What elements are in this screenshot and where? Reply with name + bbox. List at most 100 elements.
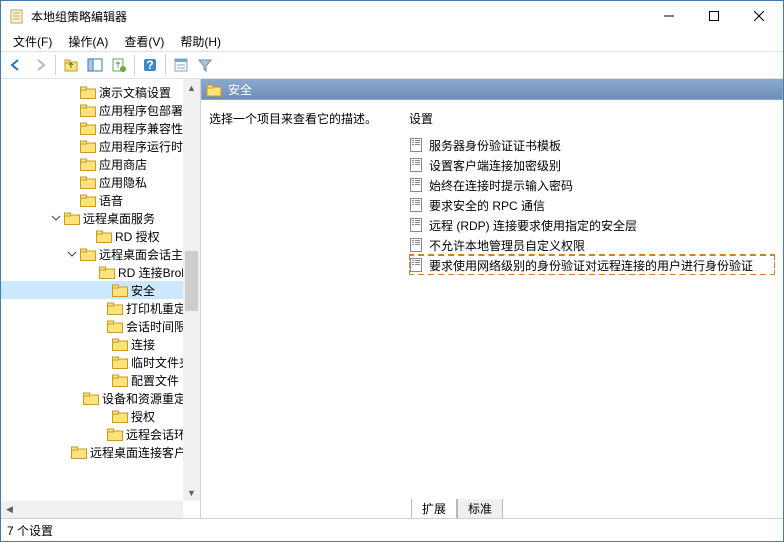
folder-icon [80,139,96,153]
policy-icon [409,157,425,173]
close-button[interactable] [736,2,781,31]
setting-item[interactable]: 不允许本地管理员自定义权限 [409,235,775,255]
tree-item[interactable]: 授权 [1,407,200,425]
tab-standard[interactable]: 标准 [457,499,503,518]
menu-help[interactable]: 帮助(H) [172,31,229,52]
scroll-up-button[interactable]: ▲ [183,79,200,96]
export-button[interactable] [108,54,130,76]
filter-button[interactable] [194,54,216,76]
back-button[interactable] [5,54,27,76]
setting-item[interactable]: 要求安全的 RPC 通信 [409,195,775,215]
collapse-icon[interactable] [65,247,79,261]
description-text: 选择一个项目来查看它的描述。 [209,110,399,127]
maximize-button[interactable] [691,2,736,31]
menubar: 文件(F) 操作(A) 查看(V) 帮助(H) [1,31,783,51]
tree-item[interactable]: 演示文稿设置 [1,83,200,101]
folder-icon [83,391,99,405]
folder-icon [112,355,128,369]
tree-item-label: 应用商店 [99,156,147,173]
tree-item[interactable]: 语音 [1,191,200,209]
tab-extended[interactable]: 扩展 [411,499,457,518]
folder-icon [112,337,128,351]
tree-item-label: 安全 [131,282,155,299]
tree-item-label: 应用程序兼容性 [99,120,183,137]
tree-item[interactable]: 应用隐私 [1,173,200,191]
collapse-icon[interactable] [49,211,63,225]
help-button[interactable]: ? [139,54,161,76]
tree-item[interactable]: 会话时间限制 [1,317,200,335]
statusbar: 7 个设置 [1,519,783,541]
setting-item[interactable]: 要求使用网络级别的身份验证对远程连接的用户进行身份验证 [409,255,775,275]
folder-icon [107,301,123,315]
tree-item[interactable]: 应用程序运行时 [1,137,200,155]
tree-item[interactable]: 远程桌面服务 [1,209,200,227]
show-hide-tree-button[interactable] [84,54,106,76]
folder-icon [80,85,96,99]
scroll-down-button[interactable]: ▼ [183,484,200,501]
setting-item[interactable]: 设置客户端连接加密级别 [409,155,775,175]
policy-icon [409,177,425,193]
tree-toggle-none [97,409,111,423]
minimize-button[interactable] [646,2,691,31]
window-title: 本地组策略编辑器 [31,8,646,25]
tree-toggle-none [81,229,95,243]
vertical-scrollbar[interactable]: ▲ ▼ [183,79,200,501]
toolbar: ? [1,51,783,79]
menu-file[interactable]: 文件(F) [5,31,60,52]
tree-item[interactable]: 应用程序包部署 [1,101,200,119]
tree-item[interactable]: 配置文件 [1,371,200,389]
folder-icon [80,121,96,135]
scroll-left-button[interactable]: ◀ [1,501,18,518]
properties-button[interactable] [170,54,192,76]
tree-item[interactable]: 应用程序兼容性 [1,119,200,137]
tree-item[interactable]: RD 授权 [1,227,200,245]
tree-item[interactable]: 临时文件夹 [1,353,200,371]
tree-toggle-none [65,103,79,117]
folder-icon [80,193,96,207]
setting-item[interactable]: 服务器身份验证证书模板 [409,135,775,155]
tree-item-label: 演示文稿设置 [99,84,171,101]
window-controls [646,2,781,31]
tree-toggle-none [65,121,79,135]
setting-label: 服务器身份验证证书模板 [429,137,561,154]
horizontal-scrollbar[interactable]: ◀ ▶ [1,501,183,518]
folder-icon [99,265,115,279]
up-button[interactable] [60,54,82,76]
tree-item[interactable]: 应用商店 [1,155,200,173]
setting-item[interactable]: 始终在连接时提示输入密码 [409,175,775,195]
menu-view[interactable]: 查看(V) [116,31,172,52]
tree-item[interactable]: 远程桌面会话主机 [1,245,200,263]
folder-icon [64,211,80,225]
policy-icon [409,137,425,153]
tree-item-label: 远程桌面连接客户端 [90,444,198,461]
tree-item[interactable]: 设备和资源重定向 [1,389,200,407]
setting-label: 始终在连接时提示输入密码 [429,177,573,194]
tree-toggle-none [65,139,79,153]
settings-column-header[interactable]: 设置 [409,110,775,127]
tree-toggle-none [97,337,111,351]
tree-item-label: 语音 [99,192,123,209]
tree-toggle-none [65,85,79,99]
main-area: 演示文稿设置应用程序包部署应用程序兼容性应用程序运行时应用商店应用隐私语音远程桌… [1,79,783,519]
tree-item[interactable]: 远程桌面连接客户端 [1,443,200,461]
folder-icon [112,409,128,423]
description-column: 选择一个项目来查看它的描述。 [209,110,409,518]
tree-item[interactable]: 连接 [1,335,200,353]
tree-item[interactable]: RD 连接Broker [1,263,200,281]
tree-toggle-none [86,265,98,279]
menu-action[interactable]: 操作(A) [60,31,116,52]
tree-item-label: 授权 [131,408,155,425]
tree-item[interactable]: 远程会话环境 [1,425,200,443]
tree-pane: 演示文稿设置应用程序包部署应用程序兼容性应用程序运行时应用商店应用隐私语音远程桌… [1,79,201,518]
tree-item[interactable]: 打印机重定向 [1,299,200,317]
folder-icon [107,319,123,333]
setting-item[interactable]: 远程 (RDP) 连接要求使用指定的安全层 [409,215,775,235]
tree-item[interactable]: 安全 [1,281,200,299]
tree-view[interactable]: 演示文稿设置应用程序包部署应用程序兼容性应用程序运行时应用商店应用隐私语音远程桌… [1,79,200,518]
toolbar-separator [165,55,166,75]
forward-button[interactable] [29,54,51,76]
tree-toggle-none [65,193,79,207]
folder-icon [112,373,128,387]
setting-label: 设置客户端连接加密级别 [429,157,561,174]
tree-toggle-none [97,373,111,387]
